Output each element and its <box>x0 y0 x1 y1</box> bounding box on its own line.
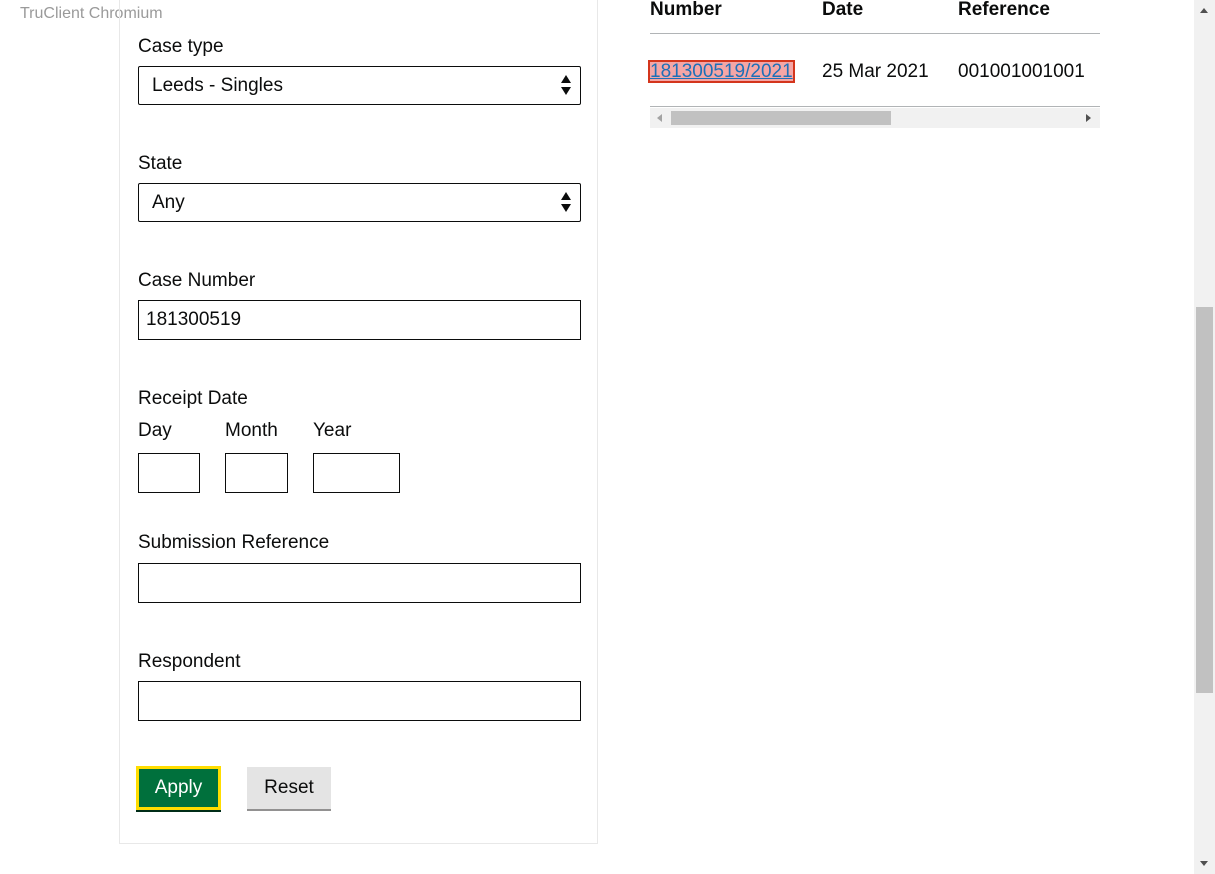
select-arrows-icon <box>561 192 571 212</box>
column-header-number: Number <box>650 0 722 20</box>
year-input[interactable] <box>313 453 400 493</box>
column-header-date: Date <box>822 0 864 20</box>
apply-button[interactable]: Apply <box>136 766 221 810</box>
table-row-reference-cell: 001001001001 <box>958 61 1085 82</box>
page-vertical-scrollbar[interactable] <box>1194 0 1215 874</box>
case-number-link[interactable]: 181300519/2021 <box>648 60 795 83</box>
case-number-input[interactable]: 181300519 <box>138 300 581 340</box>
case-number-label: Case Number <box>138 270 256 291</box>
scroll-down-icon[interactable] <box>1200 861 1208 866</box>
horizontal-scroll-thumb[interactable] <box>671 111 891 125</box>
day-input[interactable] <box>138 453 200 493</box>
state-value: Any <box>152 192 185 213</box>
scroll-up-icon[interactable] <box>1200 8 1208 13</box>
reset-button[interactable]: Reset <box>247 767 331 809</box>
table-row-number-cell: 181300519/2021 <box>648 60 795 84</box>
table-header-divider <box>650 33 1100 34</box>
day-label: Day <box>138 420 172 441</box>
table-horizontal-scrollbar[interactable] <box>650 108 1100 128</box>
month-label: Month <box>225 420 278 441</box>
case-type-label: Case type <box>138 36 224 57</box>
state-label: State <box>138 153 183 174</box>
submission-reference-label: Submission Reference <box>138 532 330 553</box>
select-arrows-icon <box>561 75 571 95</box>
month-input[interactable] <box>225 453 288 493</box>
column-header-reference: Reference <box>958 0 1050 20</box>
case-type-value: Leeds - Singles <box>152 75 283 96</box>
table-row-divider <box>650 106 1100 107</box>
submission-reference-input[interactable] <box>138 563 581 603</box>
scroll-right-icon[interactable] <box>1086 114 1091 122</box>
year-label: Year <box>313 420 352 441</box>
scroll-left-icon[interactable] <box>657 114 662 122</box>
case-type-select[interactable]: Leeds - Singles <box>138 66 581 105</box>
respondent-label: Respondent <box>138 651 241 672</box>
table-row-date-cell: 25 Mar 2021 <box>822 61 929 82</box>
receipt-date-label: Receipt Date <box>138 388 248 409</box>
respondent-input[interactable] <box>138 681 581 721</box>
vertical-scroll-thumb[interactable] <box>1196 307 1213 693</box>
state-select[interactable]: Any <box>138 183 581 222</box>
